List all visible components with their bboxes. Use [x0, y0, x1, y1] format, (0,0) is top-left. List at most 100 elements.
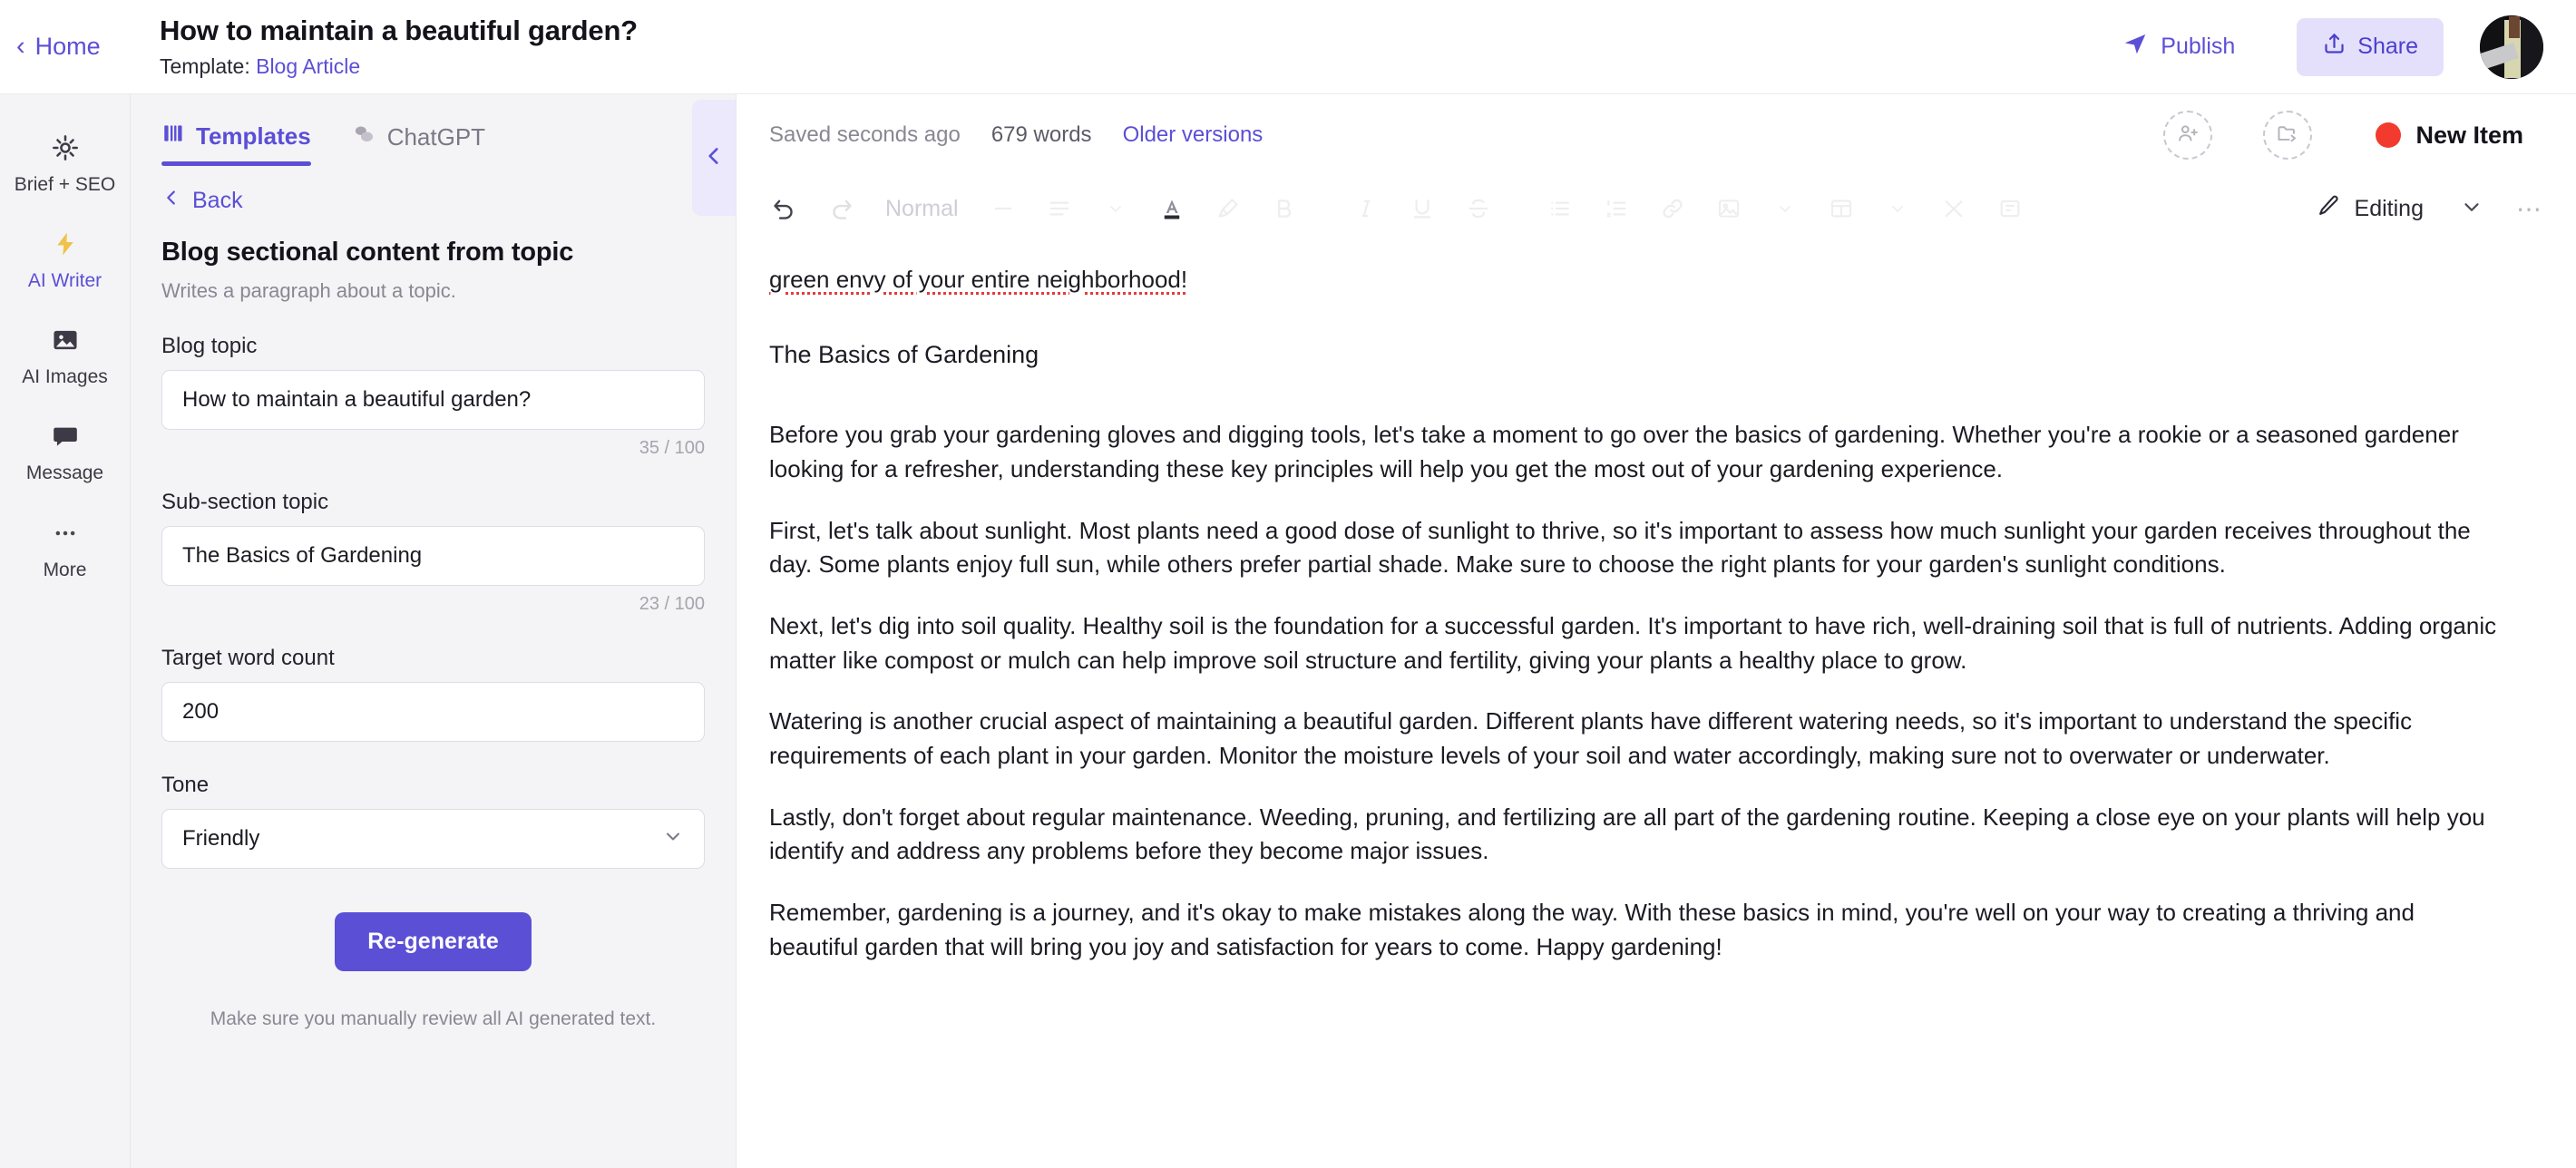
strikethrough-icon[interactable]	[1458, 188, 1499, 229]
sidebar-item-ai-images[interactable]: AI Images	[0, 307, 131, 403]
clear-format-icon[interactable]	[1933, 188, 1975, 229]
document-paragraph[interactable]: First, let's talk about sunlight. Most p…	[769, 514, 2507, 582]
panel-body: Blog sectional content from topic Writes…	[131, 214, 736, 1033]
collapse-panel-button[interactable]	[692, 100, 736, 216]
document-paragraph[interactable]: Next, let's dig into soil quality. Healt…	[769, 609, 2507, 677]
body-row: Brief + SEO AI Writer AI Images Message …	[0, 94, 2576, 1168]
underline-icon[interactable]	[1401, 188, 1443, 229]
align-left-icon[interactable]	[982, 188, 1024, 229]
redo-icon[interactable]	[820, 188, 862, 229]
sidebar-item-label: Brief + SEO	[14, 174, 116, 195]
share-button[interactable]: Share	[2297, 17, 2444, 76]
frame-icon[interactable]	[1989, 188, 2031, 229]
bold-icon[interactable]	[1264, 188, 1305, 229]
add-collaborator-button[interactable]	[2163, 111, 2213, 160]
ellipsis-icon	[2, 516, 129, 550]
back-button[interactable]: Back	[131, 168, 736, 214]
sidebar-item-more[interactable]: More	[0, 500, 131, 596]
template-title: Blog sectional content from topic	[161, 238, 574, 267]
home-link[interactable]: ‹ Home	[16, 33, 151, 61]
sidebar-item-label: AI Images	[22, 366, 108, 388]
text-color-icon[interactable]	[1151, 188, 1193, 229]
tab-label: Templates	[196, 122, 311, 150]
numbered-list-icon[interactable]	[1595, 188, 1637, 229]
target-icon	[2, 131, 129, 165]
template-panel: Templates ChatGPT Back Blog sectional co…	[131, 94, 737, 1168]
send-icon	[2122, 30, 2149, 63]
document-paragraph[interactable]: Before you grab your gardening gloves an…	[769, 418, 2507, 486]
regenerate-button[interactable]: Re-generate	[335, 912, 532, 971]
chevron-left-icon: ‹	[16, 32, 25, 61]
templates-grid-icon	[161, 122, 185, 151]
bullet-list-icon[interactable]	[1539, 188, 1581, 229]
template-description: Writes a paragraph about a topic.	[161, 279, 456, 302]
layout-icon[interactable]	[1820, 188, 1862, 229]
chevron-down-icon[interactable]	[1877, 188, 1918, 229]
upload-icon	[2322, 32, 2347, 63]
avatar-shape-c	[2509, 15, 2521, 38]
app-root: ‹ Home How to maintain a beautiful garde…	[0, 0, 2576, 1168]
template-link[interactable]: Blog Article	[256, 54, 360, 78]
sub-section-topic-label: Sub-section topic	[161, 490, 329, 514]
editing-mode-button[interactable]: Editing	[2316, 193, 2424, 225]
tone-select[interactable]: Friendly	[161, 809, 705, 869]
line-height-icon[interactable]	[1039, 188, 1080, 229]
older-versions-link[interactable]: Older versions	[1123, 122, 1264, 148]
sub-section-topic-input[interactable]: The Basics of Gardening	[161, 526, 705, 586]
ai-disclaimer: Make sure you manually review all AI gen…	[210, 1008, 657, 1029]
chat-icon	[2, 419, 129, 453]
avatar[interactable]	[2480, 15, 2543, 79]
tab-chatgpt[interactable]: ChatGPT	[351, 122, 485, 168]
avatar-shape-e	[2519, 15, 2543, 79]
folder-export-icon	[2276, 122, 2299, 150]
link-icon[interactable]	[1652, 188, 1693, 229]
blog-topic-counter: 35 / 100	[639, 438, 705, 458]
document-scroll-area[interactable]: green envy of your entire neighborhood! …	[737, 241, 2576, 1168]
tab-templates[interactable]: Templates	[161, 122, 311, 166]
editor-area: Saved seconds ago 679 words Older versio…	[737, 94, 2576, 1168]
sidebar-rail: Brief + SEO AI Writer AI Images Message …	[0, 94, 131, 1168]
document-paragraph[interactable]: Lastly, don't forget about regular maint…	[769, 801, 2507, 869]
chevron-down-icon[interactable]	[1095, 188, 1137, 229]
highlighter-icon[interactable]	[1207, 188, 1249, 229]
add-to-folder-button[interactable]	[2263, 111, 2313, 160]
chevron-down-icon[interactable]	[1764, 188, 1806, 229]
italic-icon[interactable]	[1345, 188, 1387, 229]
document-heading[interactable]: The Basics of Gardening	[769, 341, 2507, 369]
document-paragraph[interactable]: Watering is another crucial aspect of ma…	[769, 705, 2507, 773]
paragraph-style-select[interactable]: Normal	[885, 196, 959, 222]
image-insert-icon[interactable]	[1708, 188, 1750, 229]
sidebar-item-label: AI Writer	[27, 270, 102, 292]
word-count-status: 679 words	[990, 122, 1092, 147]
pencil-icon	[2316, 193, 2341, 225]
home-label: Home	[34, 33, 101, 60]
editor-toolbar: Normal Editing ⋯	[737, 176, 2576, 241]
editor-status-bar: Saved seconds ago 679 words Older versio…	[737, 94, 2576, 176]
sidebar-item-label: Message	[25, 462, 104, 484]
new-item-label: New Item	[2415, 121, 2523, 149]
publish-label: Publish	[2161, 34, 2236, 59]
panel-tabs: Templates ChatGPT	[131, 94, 736, 168]
new-item-button[interactable]: New Item	[2376, 122, 2523, 150]
document-paragraph[interactable]: Remember, gardening is a journey, and it…	[769, 896, 2507, 964]
chevron-left-icon	[161, 188, 181, 214]
sidebar-item-ai-writer[interactable]: AI Writer	[0, 210, 131, 307]
image-icon	[2, 323, 129, 357]
target-word-count-input[interactable]: 200	[161, 682, 705, 742]
sidebar-item-message[interactable]: Message	[0, 403, 131, 499]
top-bar: ‹ Home How to maintain a beautiful garde…	[0, 0, 2576, 94]
editing-mode-chevron-down-icon[interactable]	[2460, 195, 2483, 223]
undo-icon[interactable]	[764, 188, 805, 229]
blog-topic-input[interactable]: How to maintain a beautiful garden?	[161, 370, 705, 430]
template-line: Template: Blog Article	[160, 54, 638, 79]
editing-label: Editing	[2354, 195, 2424, 221]
tab-label: ChatGPT	[386, 123, 486, 151]
sidebar-item-label: More	[43, 559, 87, 580]
saved-status: Saved seconds ago	[769, 122, 961, 147]
more-options-icon[interactable]: ⋯	[2516, 194, 2543, 224]
sidebar-item-brief-seo[interactable]: Brief + SEO	[0, 114, 131, 210]
spellchecked-line[interactable]: green envy of your entire neighborhood!	[769, 261, 2507, 297]
chevron-down-icon	[662, 825, 684, 853]
publish-button[interactable]: Publish	[2109, 21, 2248, 73]
document-page[interactable]: green envy of your entire neighborhood! …	[737, 241, 2576, 1168]
